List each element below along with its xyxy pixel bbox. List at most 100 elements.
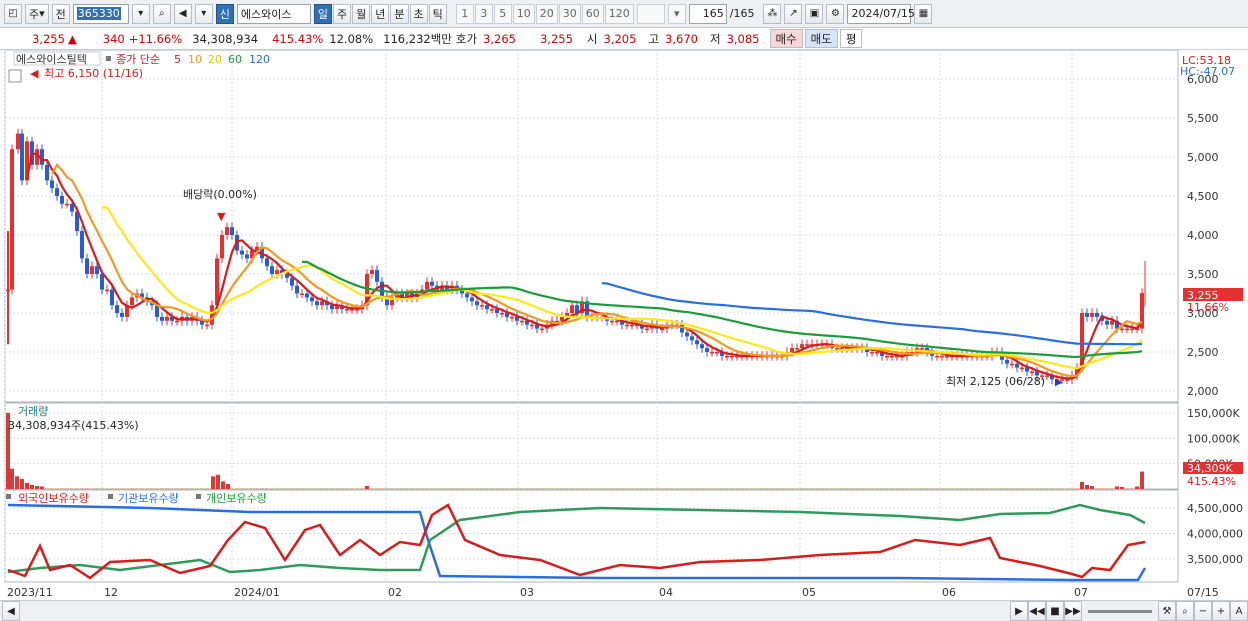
evaluate-button[interactable]: 평 <box>839 29 863 48</box>
stock-name-field[interactable]: 에스와이스 <box>236 3 311 24</box>
volume-bar-small <box>385 488 389 489</box>
period-week-dropdown[interactable]: 주 ▾ <box>25 3 49 24</box>
period-button-2[interactable]: 월 <box>352 3 371 24</box>
volume-bar-small <box>395 488 399 489</box>
candle-body <box>795 348 799 350</box>
period-button-3[interactable]: 년 <box>371 3 390 24</box>
volume-bar-small <box>1095 488 1099 489</box>
period-button-4[interactable]: 분 <box>390 3 409 24</box>
pin-icon[interactable]: ⁂ <box>763 3 782 24</box>
volume-bar-small <box>345 488 349 489</box>
volume-bar-small <box>500 488 504 489</box>
volume-bar-small <box>745 488 749 489</box>
period-button-5[interactable]: 초 <box>409 3 428 24</box>
gear-icon[interactable]: ⚙ <box>826 3 845 24</box>
volume-bar <box>1120 486 1124 489</box>
volume-bar-small <box>900 488 904 489</box>
scroll-left-icon[interactable]: ◀ <box>2 601 20 621</box>
zoom-slider[interactable] <box>1088 609 1152 613</box>
volume-bar-small <box>60 488 64 489</box>
volume-bar-small <box>130 488 134 489</box>
table-icon[interactable] <box>8 69 22 83</box>
candle-body <box>1090 313 1094 317</box>
stock-code-input[interactable]: 365330 <box>72 3 129 24</box>
volume-bar-small <box>595 488 599 489</box>
volume-bar-small <box>735 488 739 489</box>
stop-icon[interactable]: ■ <box>1046 601 1064 621</box>
volume-bar-small <box>555 488 559 489</box>
low-label: 저 <box>709 31 721 46</box>
tick-button-5[interactable]: 5 <box>493 3 512 24</box>
candle-body <box>885 355 889 358</box>
zoom-in-icon[interactable]: ⌕ <box>1176 601 1194 621</box>
holder-panel <box>7 503 1147 582</box>
period-button-6[interactable]: 틱 <box>428 3 447 24</box>
candle-body <box>425 281 429 290</box>
candle-body <box>165 316 169 321</box>
play-icon[interactable]: ▶ <box>1010 601 1028 621</box>
rewind-icon[interactable]: ◀◀ <box>1028 601 1046 621</box>
code-dropdown-icon[interactable]: ▾ <box>131 3 150 24</box>
layout-icon[interactable]: ◰ <box>4 3 22 24</box>
period-button-1[interactable]: 주 <box>333 3 352 24</box>
volume-bar-small <box>520 488 524 489</box>
volume-bar-small <box>1130 488 1134 489</box>
chevron-down-icon[interactable]: ▾ <box>194 3 213 24</box>
tick-custom-input[interactable] <box>636 3 665 24</box>
x-tick-label: 05 <box>802 586 816 599</box>
candle-body <box>485 305 489 310</box>
period-button-0[interactable]: 일 <box>313 3 333 24</box>
tick-button-20[interactable]: 20 <box>535 3 558 24</box>
fast-forward-icon[interactable]: ▶▶ <box>1064 601 1082 621</box>
candle-body <box>80 231 84 259</box>
tick-dropdown-icon[interactable]: ▾ <box>667 3 686 24</box>
volume-bar-small <box>990 488 994 489</box>
volume-bar <box>35 485 39 489</box>
text-size-icon[interactable]: A <box>1230 601 1248 621</box>
tick-button-3[interactable]: 3 <box>474 3 493 24</box>
change-value: 340 <box>102 31 125 46</box>
speaker-icon[interactable]: ◀ <box>173 3 192 24</box>
volume-bar-small <box>525 488 529 489</box>
plus-icon[interactable]: + <box>1212 601 1230 621</box>
tick-button-60[interactable]: 60 <box>581 3 604 24</box>
tick-button-10[interactable]: 10 <box>512 3 535 24</box>
y-tick-label: 4,000 <box>1187 229 1219 242</box>
volume-bar-small <box>880 488 884 489</box>
volume-bar-small <box>115 488 119 489</box>
volume-bar-small <box>460 488 464 489</box>
volume-bar-small <box>230 488 234 489</box>
calendar-icon[interactable]: ▦ <box>914 3 933 24</box>
tick-button-30[interactable]: 30 <box>558 3 581 24</box>
candle-body <box>220 235 224 259</box>
trend-tool-icon[interactable]: ↗ <box>784 3 803 24</box>
buy-button[interactable]: 매수 <box>769 29 803 48</box>
volume-bar-small <box>710 488 714 489</box>
tick-button-1[interactable]: 1 <box>455 3 474 24</box>
volume-bar-small <box>590 488 594 489</box>
chart-tools-icon[interactable]: ⚒ <box>1158 601 1176 621</box>
stock-chart[interactable]: 2023/11 12 2024/01 02 03 04 05 06 07 07/156,0005,… <box>0 50 1248 600</box>
high-marker: 최고 6,150 (11/16) <box>44 67 143 80</box>
prev-button[interactable]: 전 <box>51 3 70 24</box>
candle-body <box>45 164 49 181</box>
volume-bar-small <box>65 488 69 489</box>
tick-button-120[interactable]: 120 <box>604 3 634 24</box>
sell-button[interactable]: 매도 <box>804 29 838 48</box>
x-tick-label: 2024/01 <box>234 586 280 599</box>
legend-individual: 개인보유수량 <box>206 492 267 505</box>
holder-tick-label: 4,500,000 <box>1187 502 1243 515</box>
date-input[interactable]: 2024/07/15 <box>847 3 915 24</box>
candle-body <box>20 133 24 181</box>
save-icon[interactable]: ▣ <box>805 3 824 24</box>
minus-icon[interactable]: − <box>1194 601 1212 621</box>
volume-bar-small <box>370 488 374 489</box>
ask-label: 호가 <box>455 31 478 46</box>
search-icon[interactable]: ⌕ <box>152 3 171 24</box>
count-input[interactable]: 165 <box>688 3 727 24</box>
candle-body <box>95 266 99 274</box>
volume-bar <box>216 474 220 489</box>
candle-body <box>480 305 484 307</box>
volume-bar-small <box>670 488 674 489</box>
chart-nav-bar: ◀ ▶ ◀◀ ■ ▶▶ ⚒ ⌕ − + A <box>0 600 1248 621</box>
